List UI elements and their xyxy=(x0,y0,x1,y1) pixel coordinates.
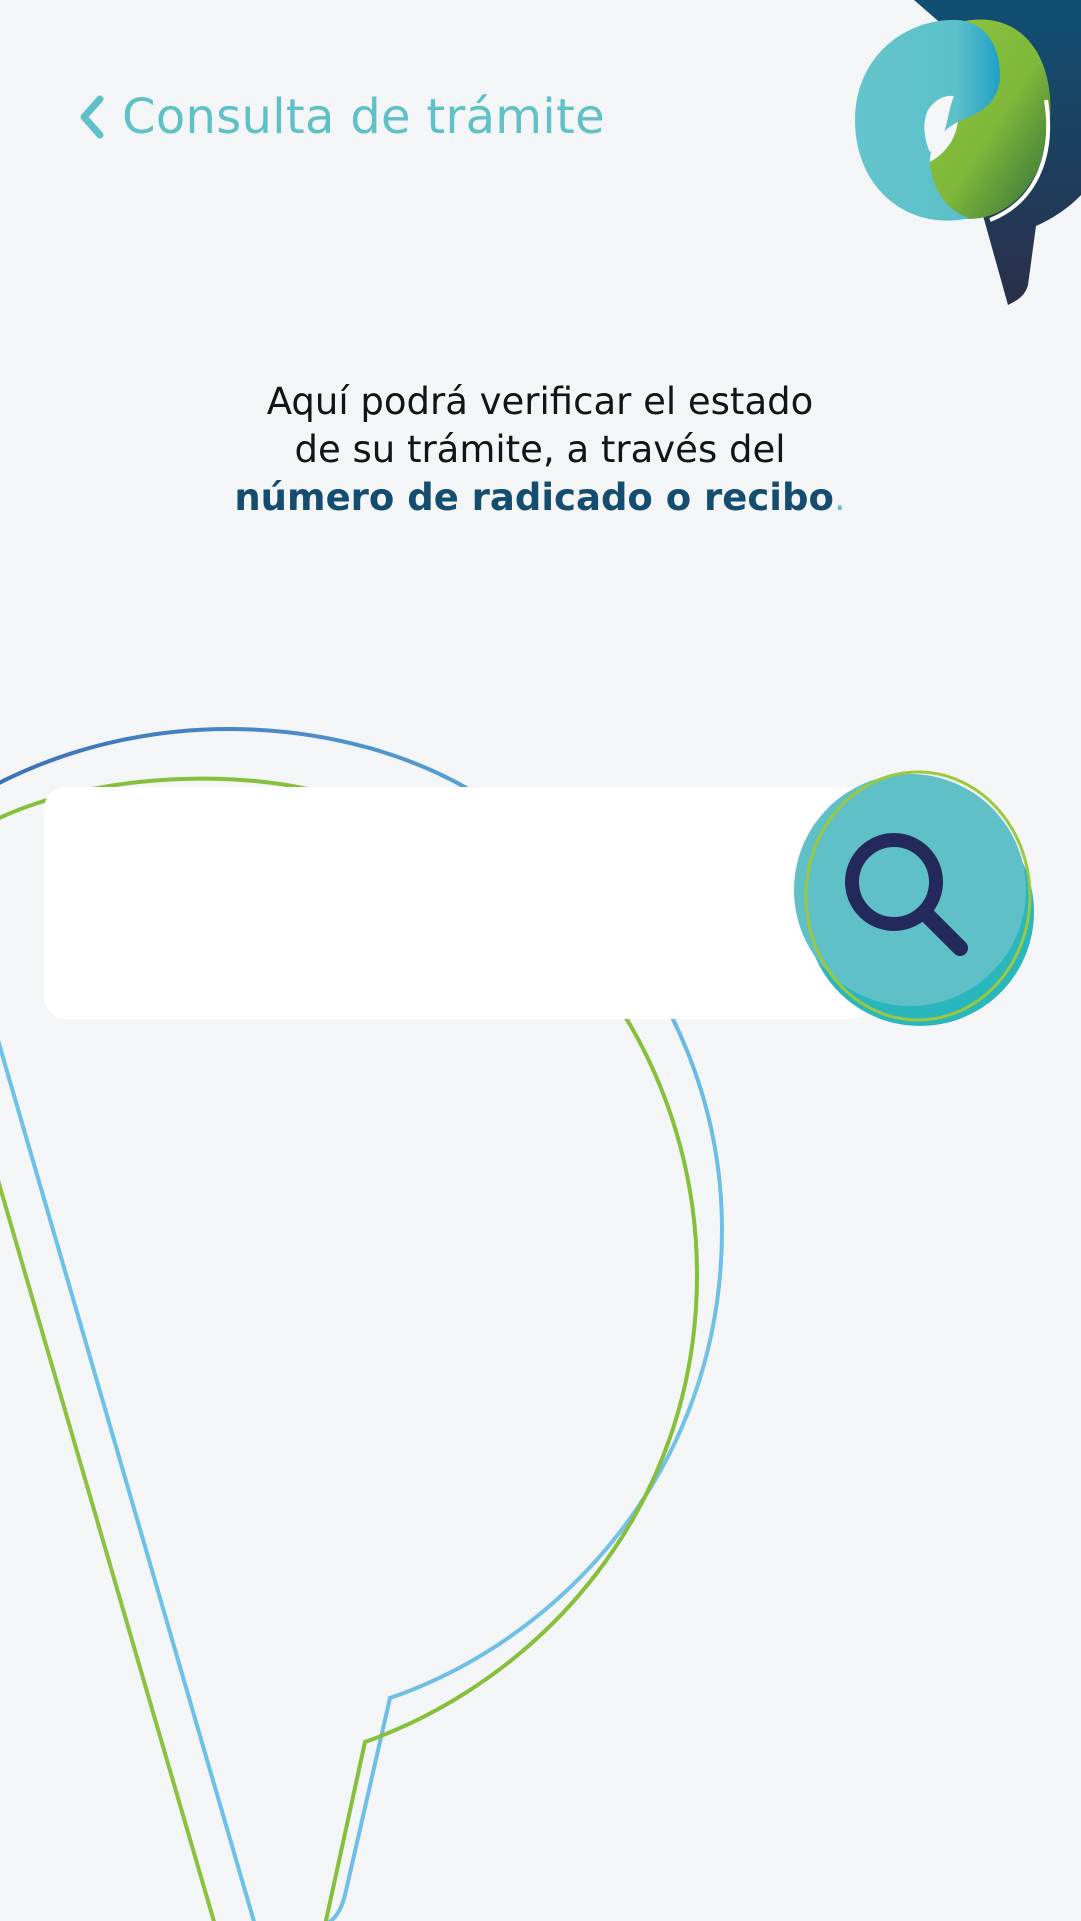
search-input[interactable] xyxy=(72,832,766,974)
chevron-left-icon[interactable] xyxy=(76,93,108,141)
intro-text: Aquí podrá verificar el estado de su trá… xyxy=(190,378,890,522)
intro-highlight: número de radicado o recibo xyxy=(234,476,834,519)
intro-line-1: Aquí podrá verificar el estado xyxy=(266,380,814,423)
intro-line-2: de su trámite, a través del xyxy=(294,428,786,471)
back-header[interactable]: Consulta de trámite xyxy=(76,82,605,152)
intro-line-3: número de radicado o recibo. xyxy=(190,474,890,522)
page-title: Consulta de trámite xyxy=(122,89,605,145)
brand-logo-icon xyxy=(850,0,1081,310)
search-icon[interactable] xyxy=(792,768,1038,1034)
app-screen: Consulta de trámite Aquí podrá verificar… xyxy=(0,0,1081,1921)
search-button[interactable] xyxy=(792,768,1038,1034)
intro-period: . xyxy=(833,476,846,519)
